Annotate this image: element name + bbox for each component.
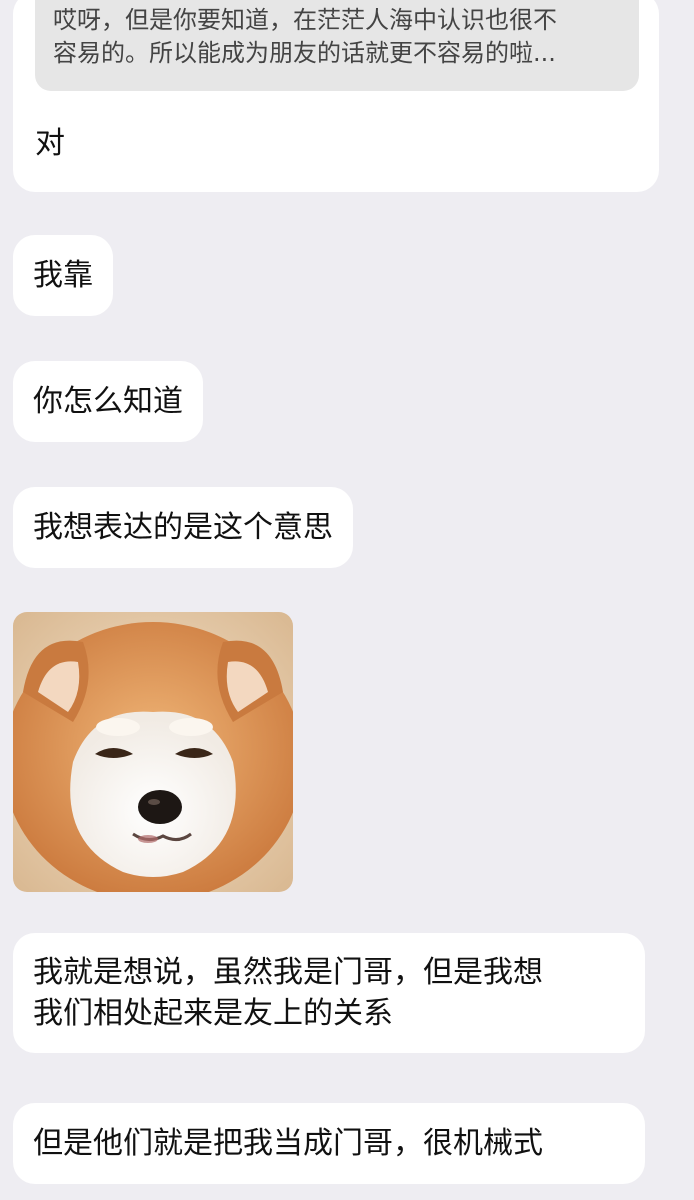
dog-sticker-image[interactable]	[13, 612, 293, 892]
message-bubble[interactable]: 我靠	[13, 235, 113, 316]
message-text: 对	[35, 126, 65, 161]
message-bubble[interactable]: 你怎么知道	[13, 361, 203, 442]
message-bubble-with-quote[interactable]: 哎呀，但是你要知道，在茫茫人海中认识也很不 容易的。所以能成为朋友的话就更不容易…	[13, 0, 659, 192]
message-text: 我靠	[33, 258, 93, 293]
quoted-text-line: 哎呀，但是你要知道，在茫茫人海中认识也很不	[53, 6, 557, 34]
message-text: 我想表达的是这个意思	[33, 510, 333, 545]
quoted-text-line: 容易的。所以能成为朋友的话就更不容易的啦...	[53, 39, 556, 67]
message-bubble[interactable]: 我想表达的是这个意思	[13, 487, 353, 568]
message-text-line: 我们相处起来是友上的关系	[33, 996, 393, 1031]
message-text-line: 我就是想说，虽然我是门哥，但是我想	[33, 955, 543, 990]
message-text: 你怎么知道	[33, 384, 183, 419]
message-text: 但是他们就是把我当成门哥，很机械式	[33, 1126, 543, 1161]
dog-illustration	[13, 612, 293, 892]
message-bubble[interactable]: 我就是想说，虽然我是门哥，但是我想 我们相处起来是友上的关系	[13, 933, 645, 1053]
quoted-message[interactable]: 哎呀，但是你要知道，在茫茫人海中认识也很不 容易的。所以能成为朋友的话就更不容易…	[35, 0, 639, 91]
chat-message-list[interactable]: 哎呀，但是你要知道，在茫茫人海中认识也很不 容易的。所以能成为朋友的话就更不容易…	[0, 0, 694, 1200]
message-bubble[interactable]: 但是他们就是把我当成门哥，很机械式	[13, 1103, 645, 1184]
